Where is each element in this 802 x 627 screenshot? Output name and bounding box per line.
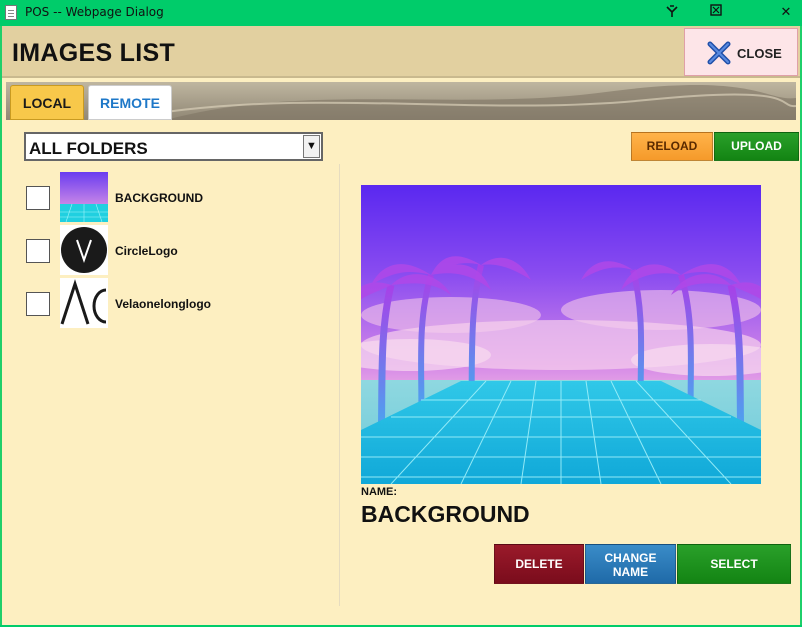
- image-checkbox[interactable]: [26, 239, 50, 263]
- select-button[interactable]: SELECT: [677, 544, 791, 584]
- pin-icon[interactable]: [664, 4, 680, 20]
- circlelogo-thumbnail[interactable]: [60, 225, 108, 275]
- list-item-circlelogo[interactable]: CircleLogo: [26, 225, 326, 275]
- panel-divider: [339, 164, 340, 606]
- folder-select[interactable]: ALL FOLDERS ▼: [24, 132, 323, 161]
- close-button[interactable]: CLOSE: [684, 28, 798, 76]
- upload-button[interactable]: UPLOAD: [714, 132, 799, 161]
- change-name-label-line2: NAME: [612, 565, 649, 579]
- tab-remote[interactable]: REMOTE: [88, 85, 172, 120]
- page-title: IMAGES LIST: [12, 39, 176, 67]
- close-x-icon: [707, 41, 731, 65]
- change-name-button[interactable]: CHANGE NAME: [585, 544, 676, 584]
- image-checkbox[interactable]: [26, 186, 50, 210]
- window-titlebar: POS -- Webpage Dialog ✕: [0, 0, 802, 26]
- background-thumbnail[interactable]: [60, 172, 108, 222]
- velaonelonglogo-thumbnail[interactable]: [60, 278, 108, 328]
- dialog-header: IMAGES LIST CLOSE: [2, 26, 800, 78]
- reload-button[interactable]: RELOAD: [631, 132, 713, 161]
- image-name: Velaonelonglogo: [115, 297, 212, 311]
- image-checkbox[interactable]: [26, 292, 50, 316]
- image-preview: [361, 185, 761, 484]
- images-dialog: IMAGES LIST CLOSE LOCAL REMOTE ALL FOLDE…: [2, 26, 800, 625]
- name-label: NAME:: [361, 486, 398, 498]
- restore-icon[interactable]: [708, 4, 724, 20]
- folder-select-value: ALL FOLDERS: [29, 139, 148, 158]
- chevron-down-icon[interactable]: ▼: [303, 135, 320, 158]
- tab-local[interactable]: LOCAL: [10, 85, 84, 120]
- change-name-label-line1: CHANGE: [604, 551, 657, 565]
- tab-strip: LOCAL REMOTE: [6, 82, 796, 120]
- list-item-background[interactable]: BACKGROUND: [26, 172, 326, 222]
- delete-button[interactable]: DELETE: [494, 544, 584, 584]
- list-item-velaonelonglogo[interactable]: Velaonelonglogo: [26, 278, 326, 328]
- close-button-label: CLOSE: [737, 46, 782, 61]
- window-close-icon[interactable]: ✕: [778, 4, 794, 20]
- document-icon: [5, 5, 17, 20]
- image-name: CircleLogo: [115, 244, 178, 258]
- image-name: BACKGROUND: [115, 191, 203, 205]
- window-title: POS -- Webpage Dialog: [25, 5, 164, 19]
- selected-image-name: BACKGROUND: [361, 501, 530, 527]
